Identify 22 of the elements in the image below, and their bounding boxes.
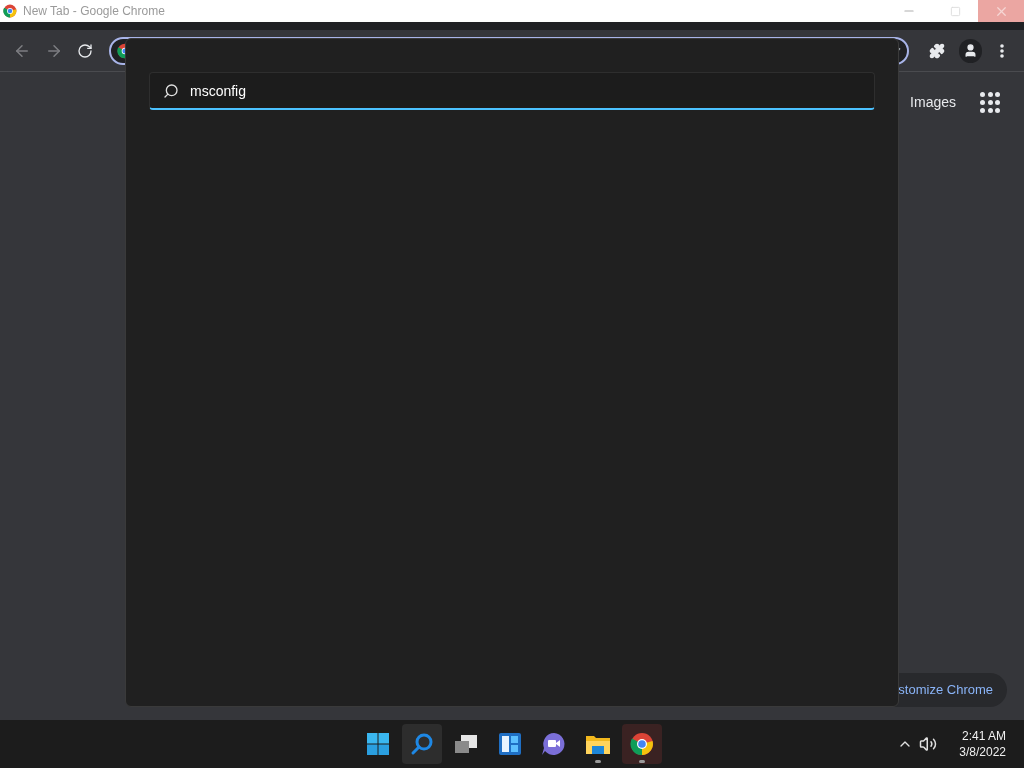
apps-grid-icon[interactable]: [980, 92, 1000, 112]
chrome-logo-icon: [630, 732, 654, 756]
chrome-logo-icon: [3, 4, 17, 18]
widgets-icon: [498, 732, 522, 756]
reload-icon: [77, 42, 94, 59]
volume-icon[interactable]: [919, 735, 938, 753]
maximize-icon: [949, 5, 961, 17]
search-icon: [410, 732, 434, 756]
clock[interactable]: 2:41 AM 3/8/2022: [959, 728, 1006, 760]
folder-icon: [585, 733, 611, 755]
images-link[interactable]: Images: [910, 91, 956, 113]
chat-icon: [541, 732, 567, 756]
search-field[interactable]: msconfig: [149, 72, 875, 110]
person-icon: [962, 43, 978, 58]
task-view-icon: [453, 733, 479, 755]
taskbar-app-button[interactable]: [622, 724, 662, 764]
puzzle-icon: [928, 42, 945, 59]
window-title: New Tab - Google Chrome: [23, 3, 165, 20]
search-icon: [163, 83, 179, 99]
windows-logo-icon: [366, 732, 390, 756]
profile-button[interactable]: [958, 38, 983, 63]
more-menu-icon: [1000, 43, 1005, 58]
